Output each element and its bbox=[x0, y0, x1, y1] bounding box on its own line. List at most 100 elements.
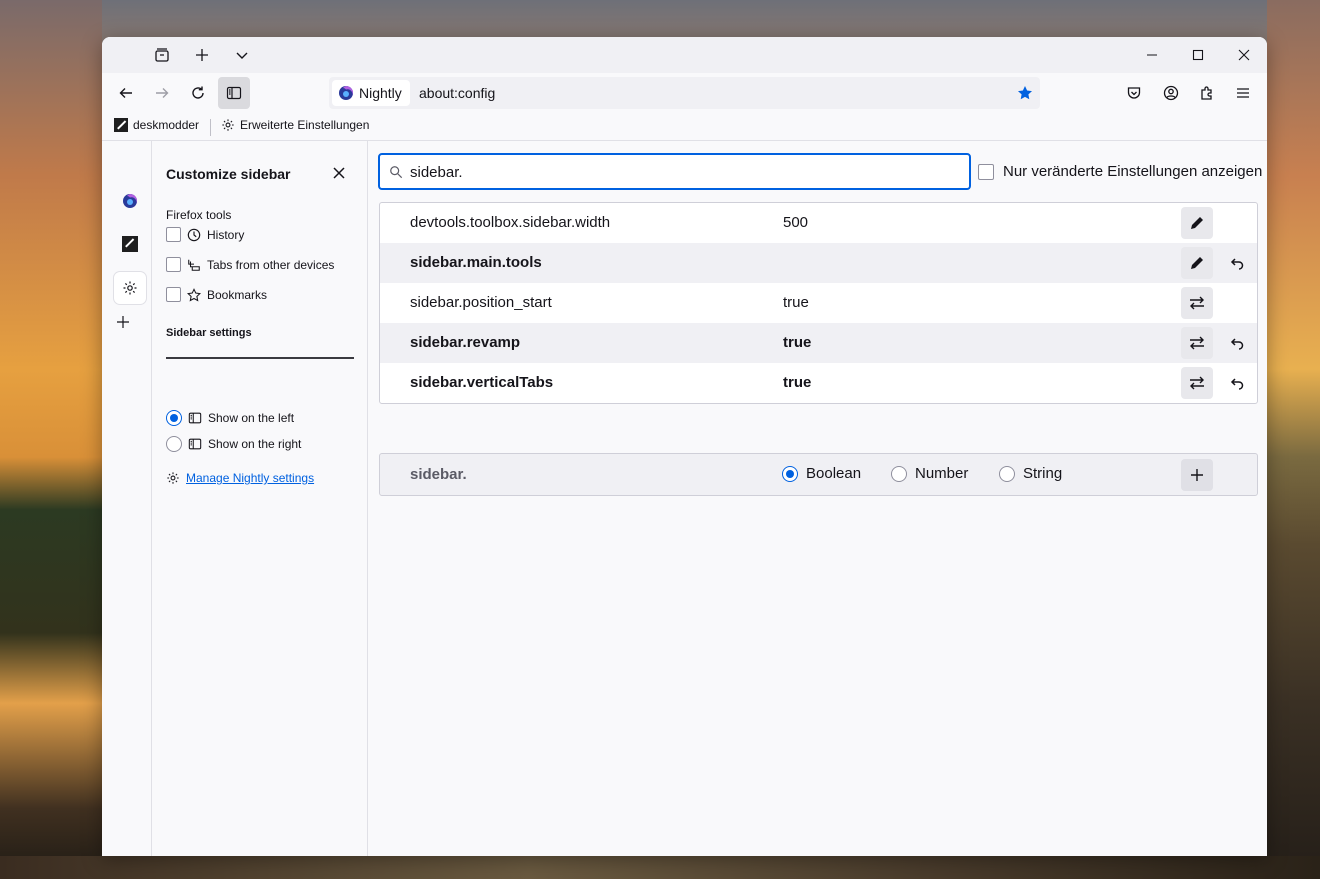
bookmark-erweiterte-einstellungen[interactable]: Erweiterte Einstellungen bbox=[221, 118, 369, 132]
bookmark-label: Erweiterte Einstellungen bbox=[240, 118, 370, 132]
gear-icon bbox=[123, 281, 137, 295]
customize-sidebar-panel: Customize sidebar Firefox tools History … bbox=[153, 141, 368, 856]
launcher-deskmodder-icon[interactable] bbox=[114, 228, 146, 260]
type-string[interactable]: String bbox=[999, 465, 1062, 482]
boolean-radio[interactable] bbox=[782, 465, 798, 482]
tool-synced-tabs[interactable]: Tabs from other devices bbox=[166, 257, 334, 272]
undo-icon bbox=[1230, 378, 1244, 390]
bookmarks-checkbox[interactable] bbox=[166, 287, 181, 302]
nightly-logo-icon bbox=[339, 86, 353, 100]
type-boolean[interactable]: Boolean bbox=[782, 465, 861, 482]
bookmarks-toolbar: deskmodder Erweiterte Einstellungen bbox=[102, 113, 1267, 141]
identity-box[interactable]: Nightly bbox=[332, 80, 410, 106]
about-config-page: Nur veränderte Einstellungen anzeigen de… bbox=[369, 141, 1267, 856]
pref-row: sidebar.main.tools bbox=[380, 243, 1257, 283]
reset-button[interactable] bbox=[1221, 327, 1253, 359]
manage-settings-row: Manage Nightly settings bbox=[166, 471, 314, 485]
bookmark-separator bbox=[210, 119, 211, 136]
type-number[interactable]: Number bbox=[891, 465, 968, 482]
type-label: String bbox=[1023, 465, 1063, 482]
tab-strip bbox=[102, 37, 1267, 73]
toggle-icon bbox=[1190, 376, 1204, 390]
history-icon bbox=[187, 228, 201, 241]
browser-window: Nightly about:config deskmodder Erweiter… bbox=[102, 37, 1267, 856]
tab-overview-icon[interactable] bbox=[146, 39, 178, 71]
add-pref-button[interactable] bbox=[1181, 459, 1213, 491]
search-input[interactable] bbox=[410, 162, 950, 182]
pref-search-box[interactable] bbox=[378, 153, 971, 190]
extensions-icon[interactable] bbox=[1191, 77, 1223, 109]
url-text[interactable]: about:config bbox=[419, 85, 495, 101]
edit-button[interactable] bbox=[1181, 247, 1213, 279]
position-right-radio[interactable] bbox=[166, 436, 182, 452]
new-pref-name: sidebar. bbox=[410, 466, 467, 483]
launcher-nightly-icon[interactable] bbox=[114, 185, 146, 217]
pocket-icon[interactable] bbox=[1118, 77, 1150, 109]
nav-bar: Nightly about:config bbox=[102, 73, 1267, 113]
history-checkbox[interactable] bbox=[166, 227, 181, 242]
toggle-icon bbox=[1190, 336, 1204, 350]
settings-heading: Sidebar settings bbox=[166, 327, 252, 339]
toggle-button[interactable] bbox=[1181, 287, 1213, 319]
tool-bookmarks[interactable]: Bookmarks bbox=[166, 287, 267, 302]
bookmark-star-icon[interactable] bbox=[1017, 85, 1033, 101]
tools-heading: Firefox tools bbox=[166, 208, 232, 222]
undo-icon bbox=[1230, 338, 1244, 350]
gear-icon bbox=[167, 472, 179, 484]
forward-icon[interactable] bbox=[146, 77, 178, 109]
pref-name: sidebar.position_start bbox=[410, 294, 552, 311]
search-icon bbox=[390, 166, 403, 179]
bookmark-deskmodder[interactable]: deskmodder bbox=[114, 118, 199, 132]
account-icon[interactable] bbox=[1155, 77, 1187, 109]
manage-settings-link[interactable]: Manage Nightly settings bbox=[186, 471, 314, 485]
panel-close-icon[interactable] bbox=[328, 162, 350, 184]
position-label: Show on the right bbox=[208, 437, 302, 451]
synced-tabs-icon bbox=[188, 259, 200, 271]
pref-name: sidebar.revamp bbox=[410, 334, 521, 351]
type-label: Boolean bbox=[806, 465, 862, 482]
sidebar-toggle-icon[interactable] bbox=[218, 77, 250, 109]
type-label: Number bbox=[915, 465, 969, 482]
modified-only-label: Nur veränderte Einstellungen anzeigen bbox=[1003, 163, 1263, 180]
number-radio[interactable] bbox=[891, 465, 907, 482]
reset-button[interactable] bbox=[1221, 367, 1253, 399]
modified-only-toggle[interactable]: Nur veränderte Einstellungen anzeigen bbox=[978, 163, 1262, 180]
launcher-add-icon[interactable] bbox=[107, 306, 139, 338]
pref-name: sidebar.verticalTabs bbox=[410, 374, 554, 391]
toggle-button[interactable] bbox=[1181, 327, 1213, 359]
pencil-icon bbox=[1191, 217, 1203, 229]
star-icon bbox=[187, 287, 201, 302]
reload-icon[interactable] bbox=[182, 77, 214, 109]
launcher-customize-icon[interactable] bbox=[114, 272, 146, 304]
tool-history[interactable]: History bbox=[166, 227, 244, 242]
pref-row: sidebar.revamp true bbox=[380, 323, 1257, 363]
url-bar[interactable]: Nightly about:config bbox=[329, 77, 1040, 109]
plus-icon bbox=[1191, 469, 1203, 481]
synced-tabs-checkbox[interactable] bbox=[166, 257, 181, 272]
close-icon[interactable] bbox=[1221, 37, 1267, 73]
tab-list-chevron-icon[interactable] bbox=[226, 39, 258, 71]
nightly-logo-icon bbox=[123, 194, 137, 208]
position-left-radio[interactable] bbox=[166, 410, 182, 426]
deskmodder-icon bbox=[122, 236, 138, 252]
reset-button[interactable] bbox=[1221, 247, 1253, 279]
position-label: Show on the left bbox=[208, 411, 295, 425]
pref-row: devtools.toolbox.sidebar.width 500 bbox=[380, 203, 1257, 243]
new-tab-icon[interactable] bbox=[186, 39, 218, 71]
pref-value: true bbox=[783, 334, 812, 351]
string-radio[interactable] bbox=[999, 465, 1015, 482]
toggle-button[interactable] bbox=[1181, 367, 1213, 399]
modified-only-checkbox[interactable] bbox=[978, 163, 994, 180]
tool-label: Tabs from other devices bbox=[207, 257, 335, 272]
desktop-wallpaper-right bbox=[1267, 0, 1320, 879]
maximize-icon[interactable] bbox=[1175, 37, 1221, 73]
desktop-wallpaper-bottom bbox=[0, 856, 1320, 879]
back-icon[interactable] bbox=[110, 77, 142, 109]
edit-button[interactable] bbox=[1181, 207, 1213, 239]
pref-name: devtools.toolbox.sidebar.width bbox=[410, 214, 611, 231]
menu-icon[interactable] bbox=[1227, 77, 1259, 109]
position-right[interactable]: Show on the right bbox=[166, 436, 301, 452]
position-left[interactable]: Show on the left bbox=[166, 410, 294, 426]
pref-row: sidebar.position_start true bbox=[380, 283, 1257, 323]
minimize-icon[interactable] bbox=[1129, 37, 1175, 73]
